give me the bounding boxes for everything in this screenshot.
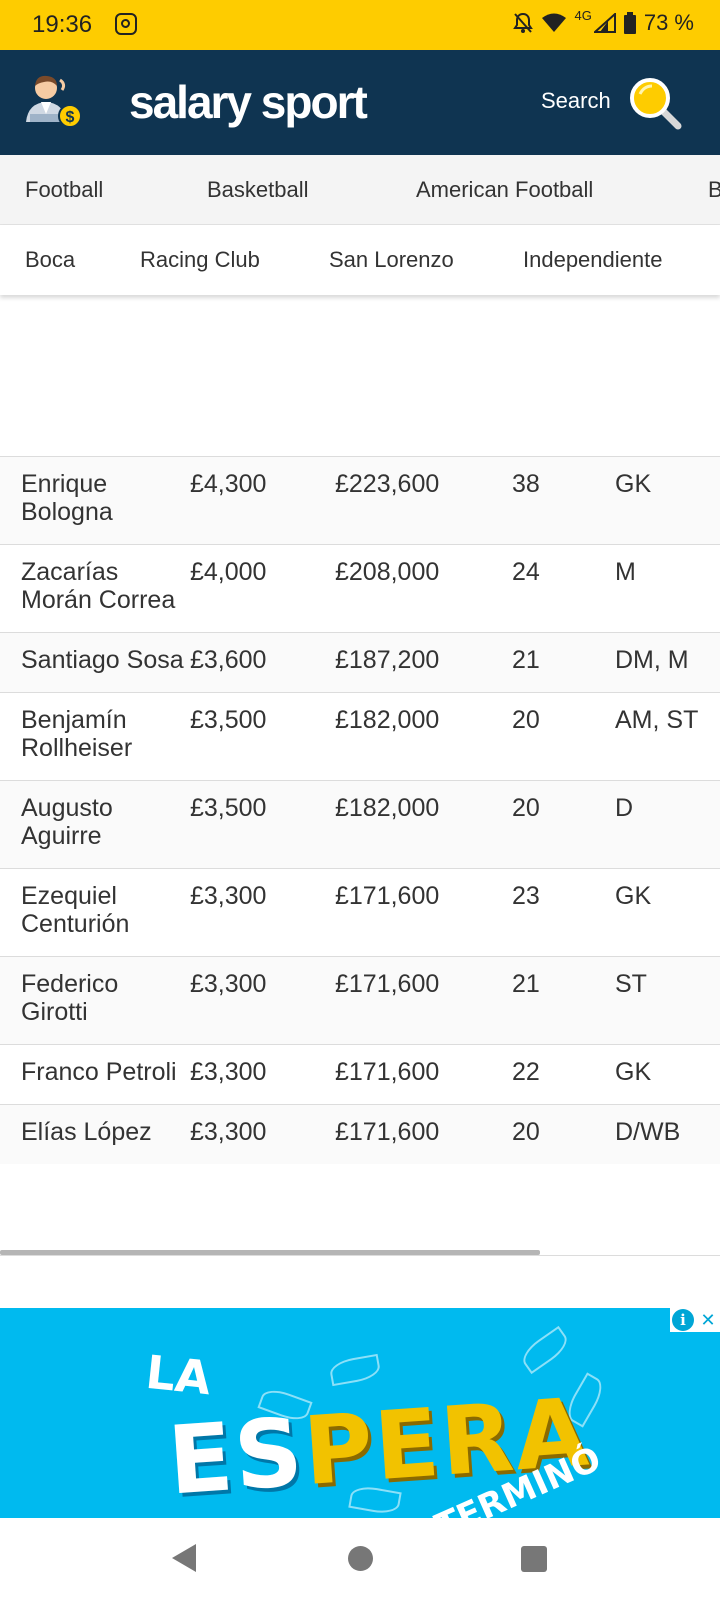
age-cell: 20 <box>512 706 540 734</box>
weekly-wage-cell: £3,300 <box>190 882 267 910</box>
yearly-salary-cell: £182,000 <box>335 706 440 734</box>
status-icons: 4G 73 % <box>512 7 694 36</box>
age-cell: 20 <box>512 1118 540 1146</box>
table-row: Elías López £3,300 £171,600 20 D/WB <box>0 1104 720 1164</box>
sport-tab-football[interactable]: Football <box>25 177 103 203</box>
position-cell: M <box>615 558 636 586</box>
age-cell: 22 <box>512 1058 540 1086</box>
ad-headline-la: LA <box>143 1344 214 1406</box>
instagram-icon <box>115 13 137 35</box>
player-name-cell: Federico Girotti <box>21 970 119 1026</box>
club-tab-boca[interactable]: Boca <box>25 247 75 273</box>
search-label[interactable]: Search <box>541 88 611 114</box>
player-name-cell: Augusto Aguirre <box>21 794 113 850</box>
player-name-cell: Zacarías Morán Correa <box>21 558 176 614</box>
yearly-salary-cell: £223,600 <box>335 470 440 498</box>
network-type: 4G <box>574 7 592 23</box>
table-divider <box>0 1255 720 1256</box>
position-cell: D/WB <box>615 1118 681 1146</box>
player-name-cell: Elías López <box>21 1118 152 1146</box>
yearly-salary-cell: £171,600 <box>335 1058 440 1086</box>
yearly-salary-cell: £208,000 <box>335 558 440 586</box>
club-tab-racing-club[interactable]: Racing Club <box>140 247 260 273</box>
weekly-wage-cell: £3,300 <box>190 1058 267 1086</box>
player-name-cell: Santiago Sosa <box>21 646 184 674</box>
yearly-salary-cell: £182,000 <box>335 794 440 822</box>
age-cell: 20 <box>512 794 540 822</box>
club-nav: Boca Racing Club San Lorenzo Independien… <box>0 225 720 295</box>
brand-logo-text[interactable]: salary sport <box>129 75 368 129</box>
table-row: Augusto Aguirre £3,500 £182,000 20 D <box>0 780 720 869</box>
sport-nav: Football Basketball American Football B <box>0 155 720 225</box>
site-header: $ salary sport Search <box>0 50 720 155</box>
ad-controls: i ✕ <box>670 1308 720 1332</box>
position-cell: D <box>615 794 634 822</box>
age-cell: 23 <box>512 882 540 910</box>
player-name-cell: Franco Petroli <box>21 1058 177 1086</box>
weekly-wage-cell: £3,300 <box>190 1118 267 1146</box>
advertisement-banner[interactable]: LA ESPERA TERMINÓ i ✕ <box>0 1308 720 1518</box>
player-name-cell: Ezequiel Centurión <box>21 882 130 938</box>
position-cell: DM, M <box>615 646 689 674</box>
position-cell: GK <box>615 470 652 498</box>
weekly-wage-cell: £3,300 <box>190 970 267 998</box>
player-name-cell: Benjamín Rollheiser <box>21 706 133 762</box>
club-tab-san-lorenzo[interactable]: San Lorenzo <box>329 247 454 273</box>
age-cell: 38 <box>512 470 540 498</box>
status-bar: 19:36 4G 73 % <box>0 0 720 50</box>
battery-icon <box>623 12 636 34</box>
sport-tab-american-football[interactable]: American Football <box>416 177 593 203</box>
back-icon[interactable] <box>172 1544 196 1572</box>
table-row: Federico Girotti £3,300 £171,600 21 ST <box>0 956 720 1045</box>
weekly-wage-cell: £3,500 <box>190 794 267 822</box>
weekly-wage-cell: £4,000 <box>190 558 267 586</box>
signal-icon <box>593 13 616 33</box>
table-row: Santiago Sosa £3,600 £187,200 21 DM, M <box>0 632 720 693</box>
yearly-salary-cell: £187,200 <box>335 646 440 674</box>
weekly-wage-cell: £4,300 <box>190 470 267 498</box>
position-cell: ST <box>615 970 647 998</box>
yearly-salary-cell: £171,600 <box>335 970 440 998</box>
yearly-salary-cell: £171,600 <box>335 882 440 910</box>
ad-close-icon[interactable]: ✕ <box>696 1308 720 1332</box>
recent-apps-icon[interactable] <box>521 1546 547 1572</box>
weekly-wage-cell: £3,600 <box>190 646 267 674</box>
home-icon[interactable] <box>348 1546 373 1571</box>
weekly-wage-cell: £3,500 <box>190 706 267 734</box>
table-row: Franco Petroli £3,300 £171,600 22 GK <box>0 1044 720 1105</box>
club-tab-independiente[interactable]: Independiente <box>523 247 662 273</box>
blank-area <box>0 295 720 455</box>
yearly-salary-cell: £171,600 <box>335 1118 440 1146</box>
table-row: Ezequiel Centurión £3,300 £171,600 23 GK <box>0 868 720 957</box>
age-cell: 21 <box>512 970 540 998</box>
bell-off-icon <box>512 12 533 34</box>
sport-tab-next[interactable]: B <box>708 177 720 203</box>
wifi-icon <box>541 13 567 33</box>
player-name-cell: Enrique Bologna <box>21 470 113 526</box>
leaf-decoration <box>517 1325 573 1375</box>
table-row: Benjamín Rollheiser £3,500 £182,000 20 AM, S… <box>0 692 720 781</box>
battery-level: 73 % <box>643 10 694 35</box>
search-icon[interactable] <box>628 76 684 132</box>
age-cell: 21 <box>512 646 540 674</box>
table-row: Enrique Bologna £4,300 £223,600 38 GK <box>0 456 720 545</box>
age-cell: 24 <box>512 558 540 586</box>
position-cell: GK <box>615 882 652 910</box>
position-cell: AM, ST <box>615 706 699 734</box>
leaf-decoration <box>328 1353 382 1387</box>
sport-tab-basketball[interactable]: Basketball <box>207 177 309 203</box>
position-cell: GK <box>615 1058 652 1086</box>
status-time: 19:36 <box>32 11 93 38</box>
ad-info-icon[interactable]: i <box>672 1309 694 1331</box>
salary-table: Enrique Bologna £4,300 £223,600 38 GK Zacaría… <box>0 456 720 1164</box>
table-row: Zacarías Morán Correa £4,000 £208,000 24 M <box>0 544 720 633</box>
ad-headline-es: ES <box>164 1398 308 1517</box>
system-navigation-bar <box>0 1518 720 1600</box>
svg-text:$: $ <box>66 109 75 126</box>
salary-person-icon[interactable]: $ <box>22 70 86 134</box>
